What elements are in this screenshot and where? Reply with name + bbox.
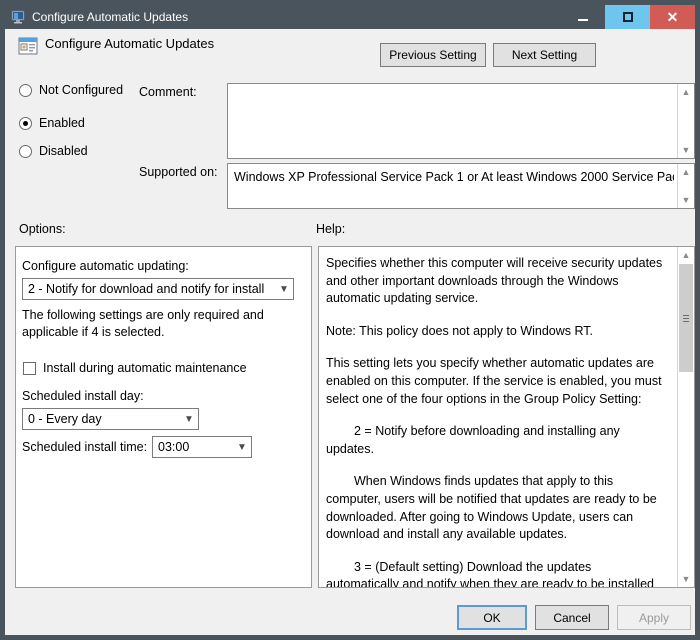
chevron-down-icon: ▼ bbox=[184, 413, 194, 425]
close-button[interactable]: ✕ bbox=[650, 5, 695, 29]
scheduled-install-day-label: Scheduled install day: bbox=[22, 389, 144, 403]
scroll-down-icon[interactable]: ▼ bbox=[678, 142, 694, 158]
comment-textarea[interactable]: ▲ ▼ bbox=[227, 83, 695, 159]
comment-scrollbar[interactable]: ▲ ▼ bbox=[677, 84, 694, 158]
radio-indicator bbox=[19, 144, 32, 158]
scrollbar-thumb[interactable] bbox=[679, 264, 693, 372]
policy-setting-icon bbox=[18, 37, 38, 56]
options-note-text: The following settings are only required… bbox=[22, 308, 264, 339]
apply-button: Apply bbox=[617, 605, 691, 630]
scheduled-install-time-value: 03:00 bbox=[158, 440, 190, 454]
scheduled-install-time-label: Scheduled install time: bbox=[22, 440, 148, 454]
ok-button[interactable]: OK bbox=[457, 605, 527, 630]
help-paragraph-1: Specifies whether this computer will rec… bbox=[326, 256, 663, 306]
cancel-button[interactable]: Cancel bbox=[535, 605, 609, 630]
next-setting-button[interactable]: Next Setting bbox=[493, 43, 596, 67]
help-paragraph-5: When Windows finds updates that apply to… bbox=[326, 474, 657, 542]
scroll-down-icon[interactable]: ▼ bbox=[678, 571, 694, 587]
scroll-down-icon[interactable]: ▼ bbox=[678, 192, 694, 208]
previous-setting-button[interactable]: Previous Setting bbox=[380, 43, 486, 67]
maximize-button[interactable] bbox=[605, 5, 650, 29]
scheduled-install-time-dropdown[interactable]: 03:00 ▼ bbox=[152, 436, 252, 458]
options-section-label: Options: bbox=[19, 222, 66, 236]
scheduled-install-day-dropdown[interactable]: 0 - Every day ▼ bbox=[22, 408, 199, 430]
help-text-body: Specifies whether this computer will rec… bbox=[326, 255, 664, 588]
comment-label: Comment: bbox=[139, 85, 197, 99]
help-paragraph-6: 3 = (Default setting) Download the updat… bbox=[326, 559, 654, 588]
radio-indicator bbox=[19, 83, 32, 97]
radio-label: Enabled bbox=[39, 116, 85, 130]
scroll-up-icon[interactable]: ▲ bbox=[678, 84, 694, 100]
page-title: Configure Automatic Updates bbox=[45, 36, 215, 51]
close-icon: ✕ bbox=[666, 9, 679, 25]
radio-enabled[interactable]: Enabled bbox=[19, 116, 85, 130]
supported-on-scrollbar[interactable]: ▲ ▼ bbox=[677, 164, 694, 208]
help-scrollbar[interactable]: ▲ ▼ bbox=[677, 247, 694, 587]
configure-updating-dropdown[interactable]: 2 - Notify for download and notify for i… bbox=[22, 278, 294, 300]
supported-on-textarea[interactable]: Windows XP Professional Service Pack 1 o… bbox=[227, 163, 695, 209]
radio-indicator-selected bbox=[19, 116, 32, 130]
help-paragraph-2: Note: This policy does not apply to Wind… bbox=[326, 323, 594, 338]
minimize-icon bbox=[577, 19, 588, 21]
install-during-maintenance-checkbox[interactable]: Install during automatic maintenance bbox=[23, 361, 247, 375]
radio-disabled[interactable]: Disabled bbox=[19, 144, 88, 158]
options-panel: Configure automatic updating: 2 - Notify… bbox=[15, 246, 312, 588]
help-paragraph-3: This setting lets you specify whether au… bbox=[326, 356, 662, 406]
radio-label: Not Configured bbox=[39, 83, 124, 97]
configure-updating-label: Configure automatic updating: bbox=[22, 259, 189, 273]
help-section-label: Help: bbox=[316, 222, 346, 236]
help-paragraph-4: 2 = Notify before downloading and instal… bbox=[326, 424, 620, 456]
scheduled-install-day-value: 0 - Every day bbox=[28, 412, 102, 426]
checkbox-label: Install during automatic maintenance bbox=[43, 361, 247, 375]
scroll-up-icon[interactable]: ▲ bbox=[678, 164, 694, 180]
title-bar: Configure Automatic Updates ✕ bbox=[5, 5, 695, 29]
window-title: Configure Automatic Updates bbox=[32, 10, 189, 24]
scroll-up-icon[interactable]: ▲ bbox=[678, 247, 694, 263]
supported-on-value: Windows XP Professional Service Pack 1 o… bbox=[234, 170, 674, 184]
supported-on-label: Supported on: bbox=[139, 165, 218, 179]
maximize-icon bbox=[622, 12, 633, 22]
minimize-button[interactable] bbox=[560, 5, 605, 29]
dialog-window: Configure Automatic Updates ✕ Configure … bbox=[0, 0, 700, 640]
checkbox-indicator bbox=[23, 361, 36, 375]
computer-monitor-icon bbox=[10, 9, 26, 25]
chevron-down-icon: ▼ bbox=[237, 441, 247, 453]
radio-label: Disabled bbox=[39, 144, 88, 158]
help-panel: Specifies whether this computer will rec… bbox=[318, 246, 695, 588]
radio-not-configured[interactable]: Not Configured bbox=[19, 83, 123, 97]
chevron-down-icon: ▼ bbox=[279, 283, 289, 295]
configure-updating-value: 2 - Notify for download and notify for i… bbox=[28, 282, 265, 296]
scrollbar-grip-icon bbox=[683, 315, 689, 322]
